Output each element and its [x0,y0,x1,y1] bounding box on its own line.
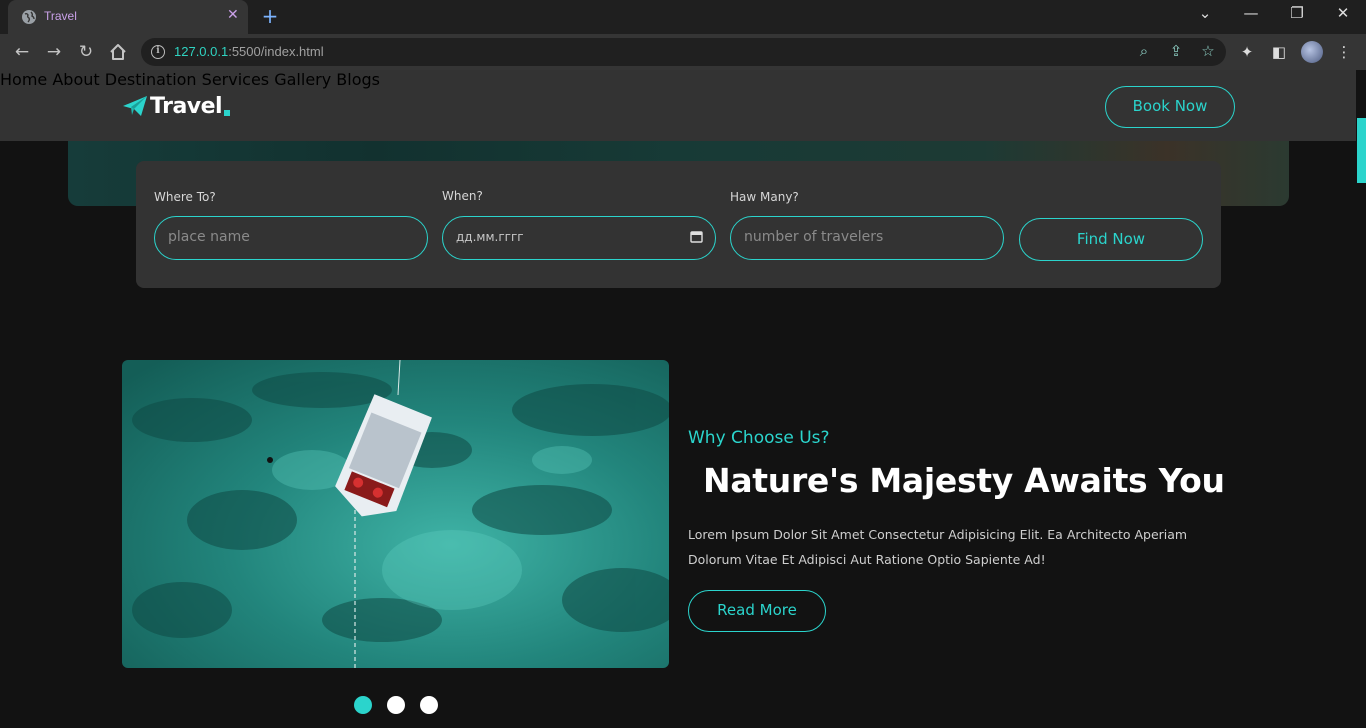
nav-destination[interactable]: Destination [105,70,197,89]
logo[interactable]: Travel [122,91,231,121]
reload-icon[interactable]: ↻ [75,41,97,63]
minimize-icon[interactable]: — [1239,4,1263,22]
tab-title: Travel [44,9,77,23]
date-input[interactable]: дд.мм.гггг [442,216,716,260]
side-panel-icon[interactable]: ◧ [1269,42,1289,62]
web-page: Travel Home About Destination Services G… [0,70,1366,728]
close-window-icon[interactable]: ✕ [1331,4,1355,22]
profile-avatar[interactable] [1301,41,1323,63]
logo-text: Travel [150,93,223,119]
globe-icon [22,10,36,24]
how-many-label: Haw Many? [730,190,799,204]
slider-dot-1[interactable] [354,696,372,714]
boat-aerial-image [122,360,669,668]
url-text[interactable]: 127.0.0.1:5500/index.html [174,44,324,59]
address-bar[interactable]: i 127.0.0.1:5500/index.html ⌕ ⇪ ☆ [141,38,1226,66]
browser-tab[interactable]: Travel ✕ [8,0,248,34]
new-tab-icon[interactable]: + [260,4,280,28]
zoom-icon[interactable]: ⌕ [1134,42,1154,60]
menu-kebab-icon[interactable]: ⋮ [1334,42,1354,62]
find-now-button[interactable]: Find Now [1019,218,1203,261]
when-label: When? [442,189,483,203]
restore-icon[interactable]: ❐ [1285,4,1309,22]
page-scrollbar[interactable] [1356,70,1366,728]
share-icon[interactable]: ⇪ [1166,42,1186,60]
nav-about[interactable]: About [52,70,99,89]
browser-tab-bar: Travel ✕ + ⌄ — ❐ ✕ [0,0,1366,34]
site-header: Travel Home About Destination Services G… [0,70,1356,141]
browser-toolbar: ← → ↻ i 127.0.0.1:5500/index.html ⌕ ⇪ ☆ … [0,34,1366,70]
section-headline: Nature's Majesty Awaits You [703,461,1225,500]
where-input[interactable]: place name [154,216,428,260]
read-more-button[interactable]: Read More [688,590,826,632]
calendar-icon[interactable] [690,230,703,243]
info-icon[interactable]: i [151,45,165,59]
tab-close-icon[interactable]: ✕ [227,7,239,23]
date-placeholder: дд.мм.гггг [456,230,524,244]
extensions-icon[interactable]: ✦ [1237,42,1257,62]
back-icon[interactable]: ← [11,41,33,63]
forward-icon[interactable]: → [43,41,65,63]
scrollbar-thumb[interactable] [1357,118,1366,183]
bookmark-star-icon[interactable]: ☆ [1198,42,1218,60]
section-subtitle: Why Choose Us? [688,428,830,448]
home-icon[interactable] [107,41,129,63]
nav-home[interactable]: Home [0,70,47,89]
nav-gallery[interactable]: Gallery [274,70,331,89]
slider-dot-2[interactable] [387,696,405,714]
slider-dot-3[interactable] [420,696,438,714]
book-now-button[interactable]: Book Now [1105,86,1235,128]
logo-dot [224,110,231,116]
booking-form: Where To? place name When? дд.мм.гггг Ha… [136,161,1221,288]
where-label: Where To? [154,190,216,204]
section-paragraph: Lorem Ipsum Dolor Sit Amet Consectetur A… [688,527,1188,567]
tab-search-chevron-icon[interactable]: ⌄ [1193,4,1217,22]
travelers-input[interactable]: number of travelers [730,216,1004,260]
nav-services[interactable]: Services [202,70,269,89]
nav-blogs[interactable]: Blogs [336,70,380,89]
paper-plane-icon [123,96,147,116]
